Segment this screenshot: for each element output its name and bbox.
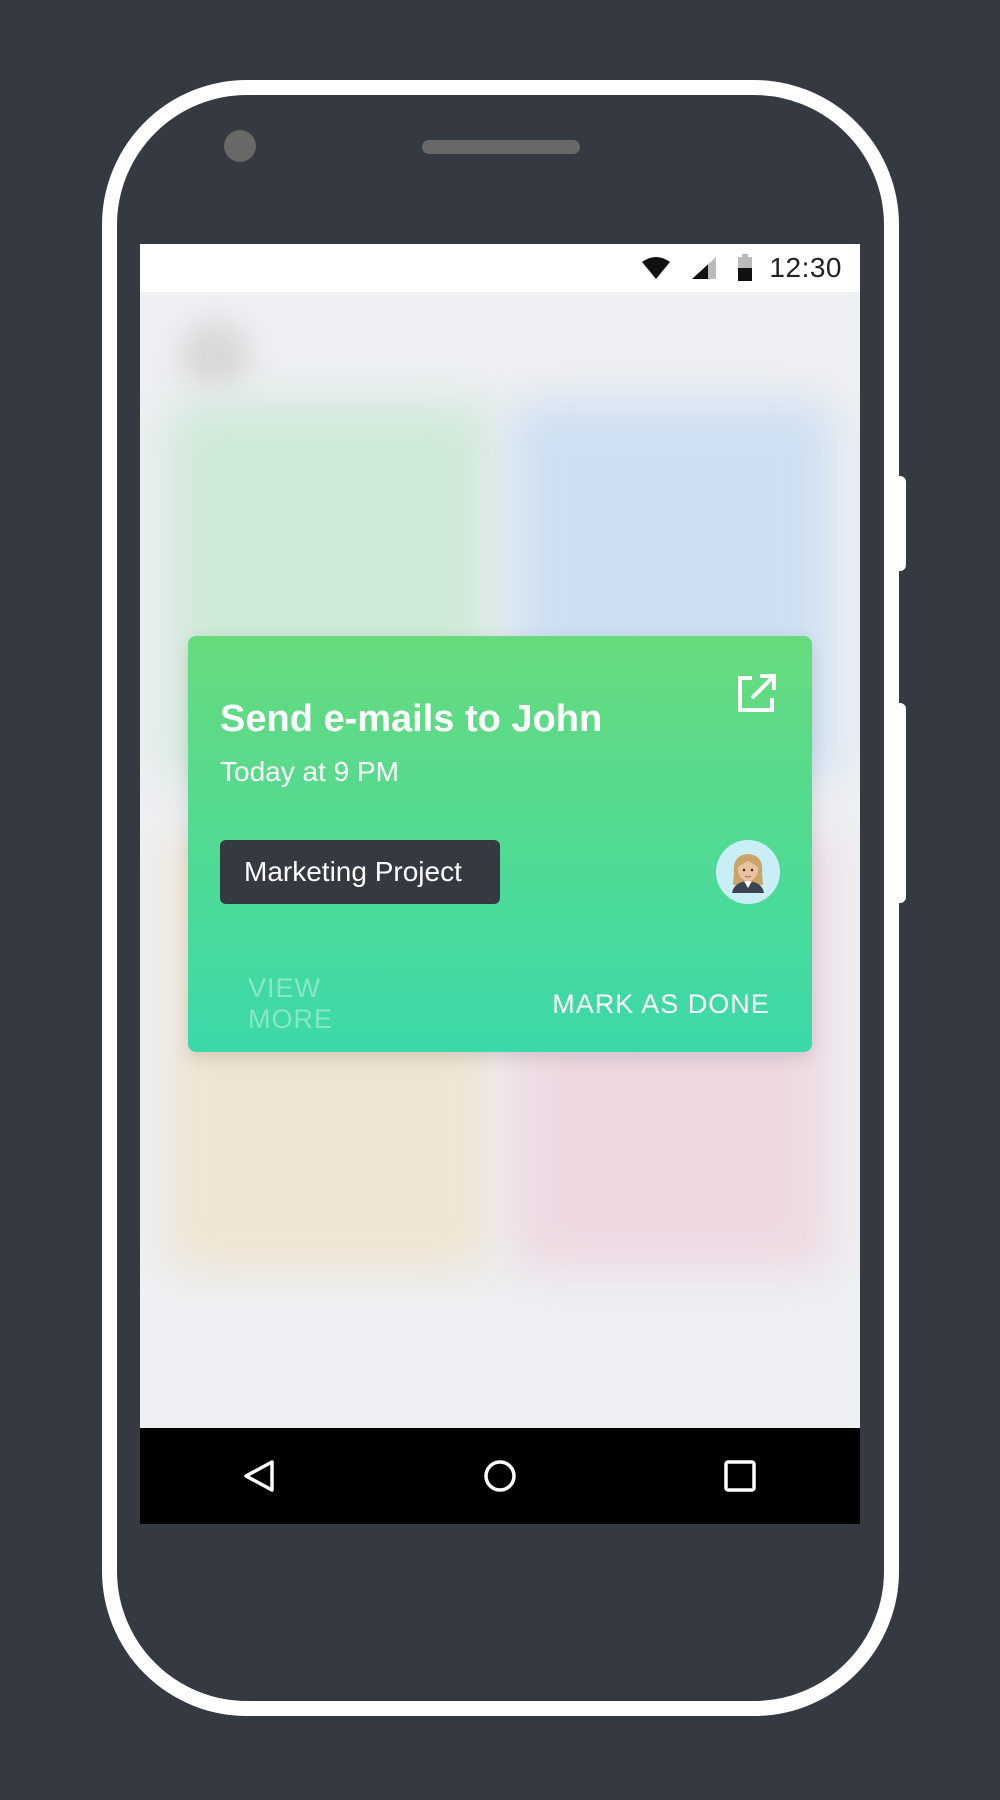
wifi-icon [641,256,671,280]
back-icon[interactable] [230,1446,290,1506]
project-tag[interactable]: Marketing Project [220,840,500,904]
woman-office-worker-icon [732,854,764,893]
battery-icon [737,254,753,282]
signal-icon [691,256,717,280]
home-icon[interactable] [470,1446,530,1506]
mark-as-done-button[interactable]: MARK AS DONE [546,982,776,1026]
stage: 12:30 Send e-mails to John Today at 9 PM… [0,0,1000,1800]
task-title: Send e-mails to John [220,698,603,740]
recents-icon[interactable] [710,1446,770,1506]
task-due-time: Today at 9 PM [220,756,399,787]
status-time: 12:30 [769,252,842,283]
earpiece-speaker [422,140,580,154]
open-external-icon[interactable] [732,670,780,718]
navigation-bar [140,1428,860,1524]
front-camera [224,130,256,162]
volume-button [897,703,906,903]
task-card: Send e-mails to John Today at 9 PM Marke… [188,636,812,1052]
assignee-avatar[interactable] [716,840,780,904]
project-tag-label: Marketing Project [244,856,462,887]
blurred-avatar [180,320,250,390]
power-button [897,476,906,571]
view-more-button[interactable]: VIEW MORE [248,973,414,1034]
status-bar: 12:30 [140,244,860,292]
